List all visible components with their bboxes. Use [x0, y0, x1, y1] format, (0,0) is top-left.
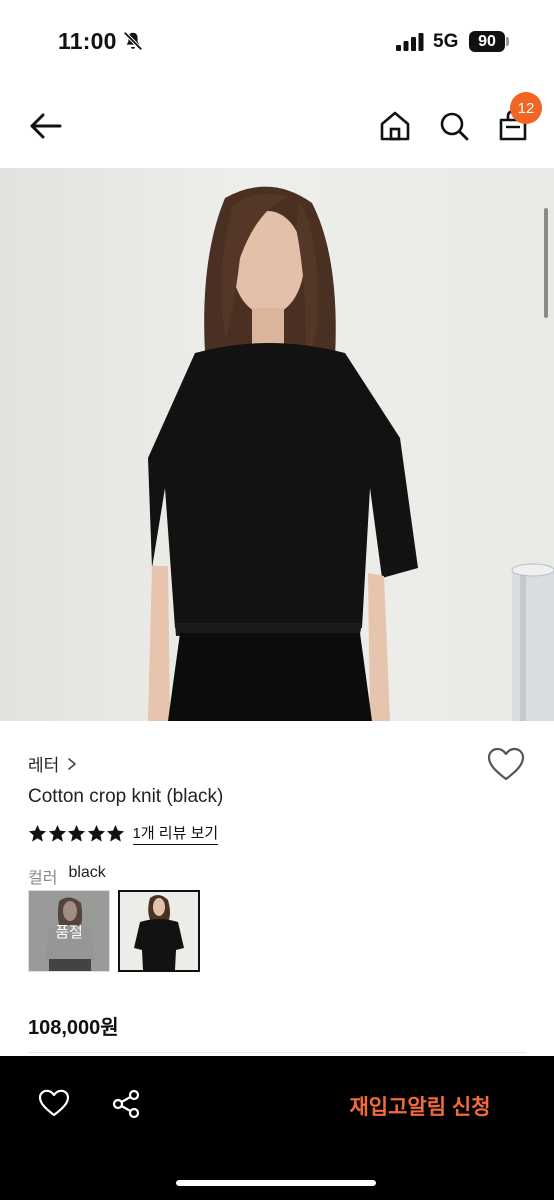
brand-name: 레터	[28, 756, 60, 775]
home-indicator	[176, 1180, 376, 1186]
color-swatch-soldout[interactable]: 품절	[28, 890, 110, 972]
soldout-label: 품절	[29, 891, 109, 971]
product-price: 108,000원	[28, 1017, 119, 1039]
color-option-row: 컬러 black	[28, 864, 106, 888]
battery-cap	[506, 37, 509, 46]
color-swatch-black-selected[interactable]	[118, 890, 200, 972]
network-type: 5G	[433, 31, 459, 52]
cart-count-badge: 12	[510, 92, 542, 124]
bell-slash-icon	[123, 31, 143, 51]
status-time: 11:00	[58, 28, 117, 54]
heart-outline-icon[interactable]	[38, 1088, 70, 1120]
app-header	[0, 84, 554, 168]
star-icon	[87, 824, 105, 842]
home-icon[interactable]	[377, 106, 413, 146]
model-photo	[148, 186, 554, 721]
battery-level: 90	[469, 31, 505, 52]
color-value: black	[68, 864, 106, 881]
signal-bars-icon	[396, 33, 424, 51]
star-icon	[67, 824, 86, 842]
star-icon	[106, 824, 125, 842]
image-scroll-indicator	[544, 208, 548, 318]
restock-alert-button[interactable]: 재입고알림 신청	[320, 1086, 520, 1126]
brand-link[interactable]: 레터	[28, 751, 79, 776]
product-name: Cotton crop knit (black)	[28, 786, 224, 807]
status-bar: 11:00 5G 90	[0, 0, 554, 84]
search-icon[interactable]	[436, 106, 472, 146]
bottom-action-bar: 재입고알림 신청	[0, 1056, 554, 1200]
review-link[interactable]: 1개 리뷰 보기	[132, 822, 219, 845]
divider	[28, 1052, 526, 1053]
swatch-thumbnail	[120, 892, 198, 970]
color-label: 컬러	[28, 870, 58, 887]
star-icon	[28, 824, 47, 842]
arrow-left-icon[interactable]	[26, 106, 66, 146]
product-image[interactable]	[0, 168, 554, 721]
star-icon	[48, 824, 66, 842]
rating-row: 1개 리뷰 보기	[28, 822, 219, 845]
heart-outline-icon[interactable]	[486, 746, 526, 784]
share-icon[interactable]	[110, 1088, 142, 1120]
chevron-right-icon	[68, 757, 77, 770]
